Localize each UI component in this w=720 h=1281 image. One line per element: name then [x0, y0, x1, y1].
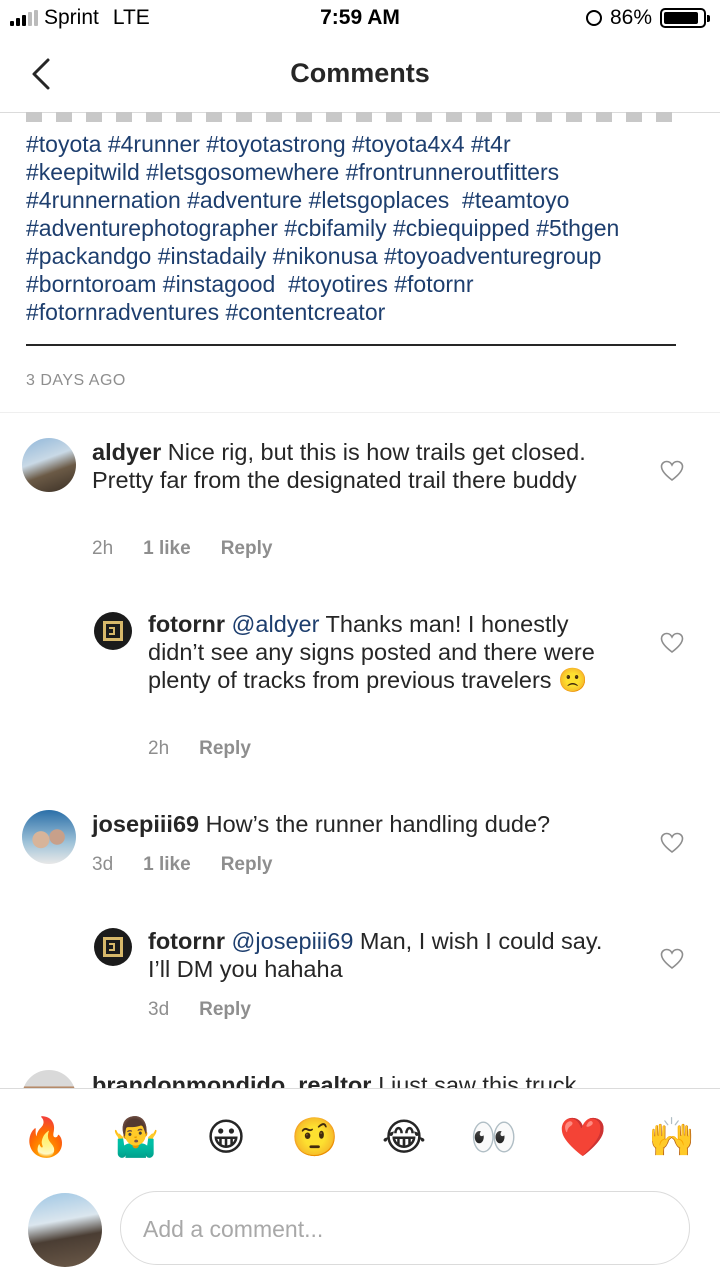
- avatar[interactable]: [94, 928, 132, 966]
- comment-meta: 2h Reply: [148, 738, 251, 760]
- avatar[interactable]: [94, 612, 132, 650]
- reply-button[interactable]: Reply: [221, 854, 273, 876]
- comment-username[interactable]: josepiii69: [92, 811, 199, 837]
- like-count[interactable]: 1 like: [143, 538, 191, 560]
- battery-icon: [660, 8, 710, 28]
- avatar[interactable]: [22, 810, 76, 864]
- heart-icon[interactable]: [660, 832, 684, 854]
- emoji-quick-bar: 🔥 🤷‍♂️ 😀 🤨 😂 👀 ❤️ 🙌: [0, 1111, 720, 1167]
- heart-icon[interactable]: [660, 948, 684, 970]
- page-title: Comments: [290, 58, 430, 88]
- heart-icon[interactable]: [660, 460, 684, 482]
- current-user-avatar: [28, 1193, 102, 1267]
- comment-body: fotornr @aldyer Thanks man! I honestly d…: [148, 610, 618, 694]
- comment-body: fotornr @josepiii69 Man, I wish I could …: [148, 927, 608, 983]
- comment-body: josepiii69 How’s the runner handling dud…: [92, 810, 632, 838]
- post-caption-hashtags[interactable]: #toyota #4runner #toyotastrong #toyota4x…: [26, 130, 706, 326]
- mention-link[interactable]: @aldyer: [232, 611, 320, 637]
- comment-input[interactable]: Add a comment...: [120, 1191, 690, 1265]
- comment-time: 3d: [92, 854, 114, 875]
- raised-eyebrow-emoji-icon[interactable]: 🤨: [289, 1111, 341, 1163]
- comment-meta: 2h 1 like Reply: [92, 538, 272, 560]
- comment-input-placeholder: Add a comment...: [143, 1216, 324, 1242]
- raised-hands-emoji-icon[interactable]: 🙌: [646, 1111, 698, 1163]
- caption-underline: [26, 344, 676, 346]
- status-bar: Sprint LTE 7:59 AM 86%: [0, 0, 720, 36]
- like-count[interactable]: 1 like: [143, 854, 191, 876]
- nav-bar: Comments: [0, 36, 720, 113]
- fire-emoji-icon[interactable]: 🔥: [20, 1111, 72, 1163]
- section-divider: [0, 412, 720, 413]
- comment-body: aldyer Nice rig, but this is how trails …: [92, 438, 612, 494]
- comment-time: 2h: [148, 738, 170, 759]
- comment-time: 2h: [92, 538, 114, 559]
- eyes-emoji-icon[interactable]: 👀: [468, 1111, 520, 1163]
- comment-meta: 3d 1 like Reply: [92, 854, 272, 876]
- heart-emoji-icon[interactable]: ❤️: [557, 1111, 609, 1163]
- shrug-emoji-icon[interactable]: 🤷‍♂️: [110, 1111, 162, 1163]
- comment-username[interactable]: fotornr: [148, 611, 225, 637]
- alarm-icon: [585, 10, 602, 26]
- comment-meta: 3d Reply: [148, 999, 251, 1021]
- comment-composer-bar: 🔥 🤷‍♂️ 😀 🤨 😂 👀 ❤️ 🙌 Add a comment...: [0, 1088, 720, 1281]
- heart-icon[interactable]: [660, 632, 684, 654]
- post-timestamp: 3 DAYS AGO: [26, 372, 126, 389]
- comment-text: Nice rig, but this is how trails get clo…: [92, 439, 586, 493]
- mention-link[interactable]: @josepiii69: [232, 928, 354, 954]
- reply-button[interactable]: Reply: [199, 999, 251, 1021]
- comment-username[interactable]: fotornr: [148, 928, 225, 954]
- reply-button[interactable]: Reply: [199, 738, 251, 760]
- battery-percent: 86%: [609, 6, 652, 29]
- reply-button[interactable]: Reply: [221, 538, 273, 560]
- comment-username[interactable]: aldyer: [92, 439, 161, 465]
- caption-dash-divider: [26, 112, 676, 122]
- tears-of-joy-emoji-icon[interactable]: 😂: [378, 1111, 430, 1163]
- avatar[interactable]: [22, 438, 76, 492]
- comment-text: How’s the runner handling dude?: [205, 811, 551, 837]
- grinning-emoji-icon[interactable]: 😀: [200, 1111, 252, 1163]
- comment-time: 3d: [148, 999, 170, 1020]
